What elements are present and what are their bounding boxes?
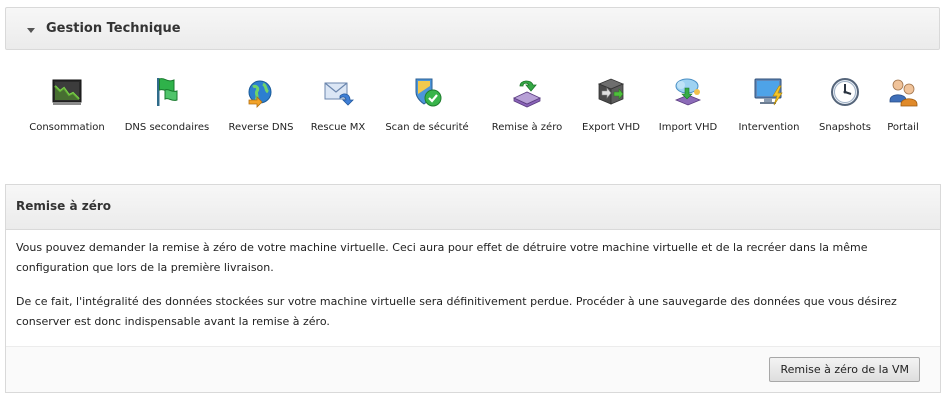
tool-scan-securite[interactable]: Scan de sécurité xyxy=(382,70,472,133)
globe-arrow-icon xyxy=(248,80,272,108)
envelope-icon xyxy=(324,82,354,106)
clock-icon xyxy=(831,78,859,106)
shield-check-icon xyxy=(415,78,442,107)
tool-snapshots[interactable]: Snapshots xyxy=(800,70,890,133)
tool-remise-a-zero[interactable]: Remise à zéro xyxy=(482,70,572,133)
tool-label: Rescue MX xyxy=(310,122,366,133)
monitor-bolt-icon xyxy=(754,78,783,106)
tool-rescue-mx[interactable]: Rescue MX xyxy=(293,70,383,133)
import-vhd-icon xyxy=(674,78,702,106)
tool-dns-secondaires[interactable]: DNS secondaires xyxy=(122,70,212,133)
users-icon xyxy=(889,79,918,107)
chart-monitor-icon xyxy=(52,79,82,105)
panel-title: Gestion Technique xyxy=(46,21,181,36)
section-body: Vous pouvez demander la remise à zéro de… xyxy=(6,230,940,347)
tool-label: Remise à zéro xyxy=(491,122,563,133)
tool-import-vhd[interactable]: Import VHD xyxy=(643,70,733,133)
section-footer: Remise à zéro de la VM xyxy=(6,347,940,392)
tool-label: DNS secondaires xyxy=(124,122,210,133)
green-flag-icon xyxy=(157,78,178,106)
tool-label: Import VHD xyxy=(658,122,718,133)
collapse-arrow-icon[interactable] xyxy=(27,28,35,33)
tool-label: Snapshots xyxy=(819,122,871,133)
export-vhd-icon xyxy=(597,78,625,105)
tool-consommation[interactable]: Consommation xyxy=(22,70,112,133)
remise-a-zero-vm-button[interactable]: Remise à zéro de la VM xyxy=(769,357,920,382)
tool-portail[interactable]: Portail xyxy=(880,70,926,133)
reset-disk-icon xyxy=(513,80,541,108)
tool-label: Consommation xyxy=(29,122,105,133)
tool-label: Portail xyxy=(887,122,919,133)
remise-a-zero-section: Remise à zéro Vous pouvez demander la re… xyxy=(5,184,941,393)
section-header: Remise à zéro xyxy=(6,185,940,230)
tool-label: Scan de sécurité xyxy=(385,122,469,133)
section-title: Remise à zéro xyxy=(16,199,112,213)
description-paragraph-1: Vous pouvez demander la remise à zéro de… xyxy=(16,241,868,274)
description-paragraph-2: De ce fait, l'intégralité des données st… xyxy=(16,295,897,328)
gestion-technique-panel-header[interactable]: Gestion Technique xyxy=(5,7,940,50)
tools-toolbar: Consommation DNS secondaires Reverse DNS… xyxy=(0,70,952,150)
